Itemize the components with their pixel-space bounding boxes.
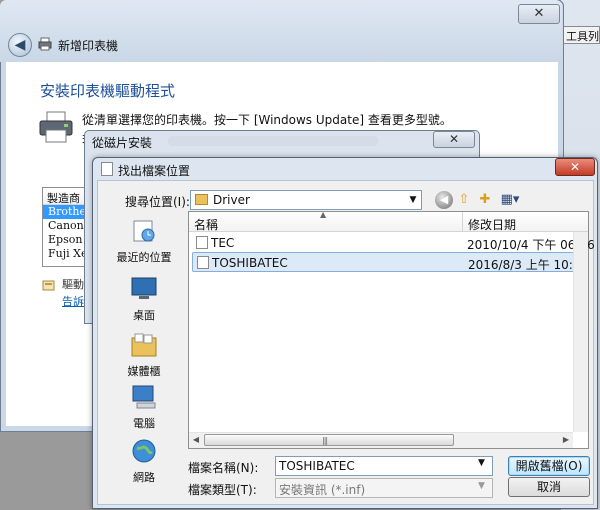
grip-icon: ||| — [322, 436, 328, 445]
filename-value: TOSHIBATEC — [279, 459, 355, 473]
open-button[interactable]: 開啟舊檔(O) — [508, 456, 590, 476]
place-label: 桌面 — [133, 309, 155, 322]
list-item[interactable]: Epson — [43, 233, 85, 247]
chevron-down-icon[interactable]: ▼ — [478, 481, 485, 491]
place-computer[interactable]: 電腦 — [104, 384, 184, 431]
computer-icon — [132, 385, 156, 409]
libraries-icon — [131, 333, 157, 357]
place-label: 最近的位置 — [116, 251, 172, 264]
document-icon — [101, 162, 113, 176]
install-driver-heading: 安裝印表機驅動程式 — [40, 82, 176, 100]
locate-file-title: 找出檔案位置 — [118, 164, 191, 178]
blurred-text — [168, 136, 378, 146]
place-recent[interactable]: 最近的位置 — [104, 218, 184, 265]
filename-label: 檔案名稱(N): — [188, 461, 259, 475]
list-item[interactable]: Fuji Xerox — [43, 247, 85, 261]
place-network[interactable]: 網路 — [104, 438, 184, 485]
folder-icon — [195, 194, 208, 205]
place-label: 網路 — [133, 471, 155, 484]
column-header-date[interactable]: 修改日期 — [468, 216, 516, 233]
printer-icon — [38, 37, 52, 51]
column-divider[interactable] — [462, 212, 463, 232]
manufacturer-header[interactable]: 製造商 — [43, 188, 85, 205]
network-globe-icon — [132, 439, 156, 463]
look-in-value: Driver — [213, 193, 250, 207]
recent-places-icon — [133, 220, 155, 242]
table-row[interactable]: TEC 2010/10/4 下午 06:16 — [192, 233, 595, 253]
place-desktop[interactable]: 桌面 — [104, 276, 184, 323]
back-icon[interactable]: ◀ — [435, 191, 453, 209]
cancel-button[interactable]: 取消 — [508, 477, 590, 497]
add-printer-close-button[interactable]: ✕ — [518, 4, 560, 24]
install-driver-description: 從清單選擇您的印表機。按一下 [Windows Update] 查看更多型號。 — [82, 113, 452, 127]
file-name: TOSHIBATEC — [212, 256, 288, 270]
up-folder-icon[interactable]: ⇧ — [455, 191, 473, 209]
install-from-disk-close-button[interactable]: ✕ — [433, 131, 475, 148]
vertical-scrollbar-track[interactable] — [573, 232, 588, 432]
place-label: 電腦 — [133, 417, 155, 430]
filetype-value: 安裝資訊 (*.inf) — [279, 483, 366, 497]
desktop-icon — [131, 277, 157, 299]
place-label: 媒體櫃 — [127, 365, 161, 378]
chevron-down-icon[interactable]: ▼ — [405, 192, 421, 208]
view-menu-icon[interactable]: ▦▾ — [498, 191, 522, 209]
printer-large-icon — [39, 111, 73, 143]
horizontal-scroll-thumb[interactable] — [204, 434, 454, 446]
scroll-left-icon[interactable]: ◀ — [190, 434, 202, 446]
file-modified: 2016/8/3 上午 10:25 — [468, 258, 589, 272]
column-header-name[interactable]: 名稱 — [194, 216, 218, 233]
install-from-disk-title: 從磁片安裝 — [92, 136, 153, 150]
back-arrow-icon[interactable]: ◀ — [8, 33, 32, 57]
chevron-down-icon[interactable]: ▼ — [478, 458, 485, 468]
locate-file-close-button[interactable]: ✕ — [555, 158, 595, 176]
signed-driver-icon — [42, 280, 55, 291]
add-printer-title: 新增印表機 — [58, 39, 119, 53]
look-in-label: 搜尋位置(I): — [125, 195, 190, 209]
list-item[interactable]: Brother — [43, 205, 85, 219]
background-toolbar-tab[interactable]: 工具列 — [562, 26, 600, 44]
file-name: TEC — [211, 236, 235, 250]
scroll-right-icon[interactable]: ▶ — [560, 434, 572, 446]
inf-file-icon — [197, 256, 209, 269]
manufacturer-list[interactable]: 製造商 Brother Canon Epson Fuji Xerox — [42, 187, 86, 267]
new-folder-icon[interactable]: ✚ — [476, 191, 494, 209]
filetype-label: 檔案類型(T): — [188, 483, 257, 497]
inf-file-icon — [196, 236, 208, 249]
table-row-selected[interactable]: TOSHIBATEC 2016/8/3 上午 10:25 — [192, 252, 588, 272]
sort-ascending-icon: ▲ — [320, 210, 327, 219]
list-item[interactable]: Canon — [43, 219, 85, 233]
place-libraries[interactable]: 媒體櫃 — [104, 332, 184, 379]
column-header-row — [189, 212, 588, 232]
